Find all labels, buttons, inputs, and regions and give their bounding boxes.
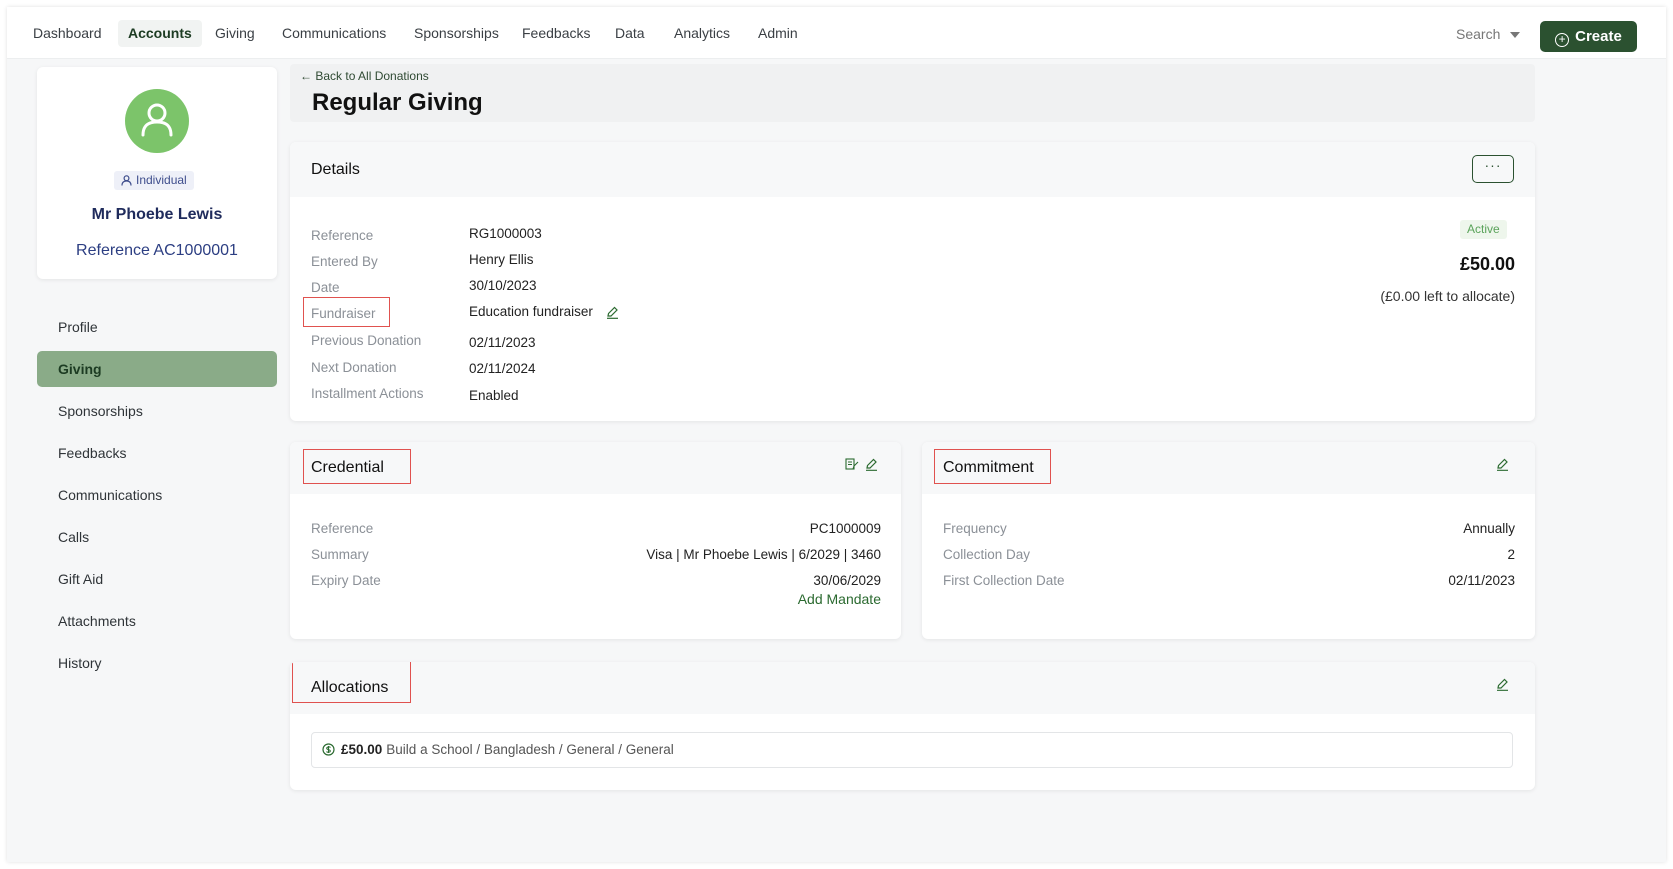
details-header: Details ···: [290, 142, 1535, 197]
commitment-label-first-collection-date: First Collection Date: [943, 573, 1065, 588]
nav-accounts[interactable]: Accounts: [118, 20, 202, 47]
detail-value-reference: RG1000003: [469, 226, 542, 241]
detail-label-next-donation: Next Donation: [311, 360, 397, 375]
account-reference: Reference AC1000001: [76, 242, 238, 259]
sidebar-item-giving[interactable]: Giving: [37, 351, 277, 387]
nav-dashboard[interactable]: Dashboard: [23, 20, 112, 47]
sidebar-item-sponsorships[interactable]: Sponsorships: [37, 393, 277, 429]
create-button-label: Create: [1575, 28, 1622, 45]
sidebar-item-calls[interactable]: Calls: [37, 519, 277, 555]
edit-fundraiser-icon[interactable]: [606, 306, 619, 319]
avatar: [125, 89, 189, 153]
edit-allocations-icon[interactable]: [1496, 678, 1509, 691]
detail-label-previous-donation: Previous Donation: [311, 333, 422, 348]
currency-coin-icon: [322, 743, 335, 756]
detail-value-previous-donation: 02/11/2023: [469, 335, 536, 350]
nav-sponsorships[interactable]: Sponsorships: [404, 20, 509, 47]
detail-value-next-donation: 02/11/2024: [469, 361, 536, 376]
account-type-label: Individual: [136, 173, 187, 187]
credential-label-expiry-date: Expiry Date: [311, 573, 381, 588]
detail-label-reference: Reference: [311, 228, 374, 243]
page-title: Regular Giving: [312, 89, 483, 116]
allocations-highlight: [292, 662, 411, 703]
commitment-label-frequency: Frequency: [943, 521, 1007, 536]
donation-amount: £50.00: [1459, 254, 1515, 274]
nav-communications[interactable]: Communications: [272, 20, 396, 47]
detail-value-installment-actions: Enabled: [469, 388, 519, 403]
credential-label-summary: Summary: [311, 547, 369, 562]
status-badge: Active: [1460, 220, 1507, 239]
search-dropdown[interactable]: Search: [1456, 26, 1521, 42]
back-link-label: Back to All Donations: [315, 69, 429, 83]
sidebar-item-gift-aid[interactable]: Gift Aid: [37, 561, 277, 597]
allocation-row: £50.00 Build a School / Bangladesh / Gene…: [311, 732, 1513, 768]
left-to-allocate: (£0.00 left to allocate): [1380, 288, 1515, 304]
commitment-card: Commitment Frequency Collection Day Firs…: [922, 442, 1535, 639]
commitment-value-frequency: Annually: [1463, 521, 1515, 536]
commitment-value-first-collection-date: 02/11/2023: [1448, 573, 1515, 588]
plus-circle-icon: +: [1555, 33, 1570, 47]
more-actions-button[interactable]: ···: [1472, 155, 1514, 183]
detail-label-date: Date: [311, 280, 340, 295]
credential-value-summary: Visa | Mr Phoebe Lewis | 6/2029 | 3460: [646, 547, 881, 562]
detail-label-installment-actions: Installment Actions: [311, 386, 424, 401]
detail-label-entered-by: Entered By: [311, 254, 378, 269]
sidebar-item-communications[interactable]: Communications: [37, 477, 277, 513]
nav-analytics[interactable]: Analytics: [664, 20, 740, 47]
sidebar-item-profile[interactable]: Profile: [37, 309, 277, 345]
credential-value-expiry-date: 30/06/2029: [813, 573, 881, 588]
sidebar-item-feedbacks[interactable]: Feedbacks: [37, 435, 277, 471]
allocation-path: Build a School / Bangladesh / General / …: [386, 742, 674, 757]
search-label: Search: [1456, 26, 1501, 42]
account-type-badge: Individual: [114, 171, 194, 190]
nav-giving[interactable]: Giving: [205, 20, 265, 47]
commitment-header: Commitment: [922, 442, 1535, 494]
account-name: Mr Phoebe Lewis: [91, 206, 223, 223]
nav-feedbacks[interactable]: Feedbacks: [512, 20, 600, 47]
commitment-value-collection-day: 2: [1507, 547, 1515, 562]
detail-value-entered-by: Henry Ellis: [469, 252, 534, 267]
mandate-document-icon[interactable]: [845, 458, 859, 471]
credential-header: Credential: [290, 442, 901, 494]
arrow-left-icon: ←: [300, 69, 312, 83]
commitment-label-collection-day: Collection Day: [943, 547, 1031, 562]
details-card: Details ··· Reference Entered By Date Fu…: [290, 142, 1535, 421]
create-button[interactable]: + Create: [1540, 21, 1637, 52]
credential-value-reference: PC1000009: [809, 521, 881, 536]
person-icon: [121, 175, 132, 186]
detail-value-fundraiser: Education fundraiser: [469, 304, 593, 319]
edit-credential-icon[interactable]: [865, 458, 878, 471]
allocation-amount: £50.00: [341, 742, 383, 757]
chevron-down-icon: [1510, 32, 1521, 39]
allocations-card: Allocations £50.00 Build a School / Bangl…: [290, 662, 1535, 790]
detail-value-date: 30/10/2023: [469, 278, 537, 293]
user-icon: [141, 103, 173, 137]
nav-admin[interactable]: Admin: [748, 20, 808, 47]
details-title: Details: [311, 161, 360, 178]
page-header: ← Back to All Donations Regular Giving: [290, 64, 1535, 122]
credential-highlight: [303, 449, 411, 484]
credential-card: Credential Reference Summary Expiry Date…: [290, 442, 901, 639]
add-mandate-link[interactable]: Add Mandate: [798, 591, 881, 607]
allocations-header: Allocations: [290, 662, 1535, 714]
credential-label-reference: Reference: [311, 521, 374, 536]
edit-commitment-icon[interactable]: [1496, 458, 1509, 471]
nav-data[interactable]: Data: [605, 20, 655, 47]
commitment-highlight: [934, 449, 1051, 484]
back-link[interactable]: ← Back to All Donations: [300, 69, 429, 83]
top-nav: Dashboard Accounts Giving Communications…: [7, 7, 1666, 59]
sidebar-item-attachments[interactable]: Attachments: [37, 603, 277, 639]
profile-card: Individual Mr Phoebe Lewis Reference AC1…: [37, 67, 277, 279]
fundraiser-highlight: [303, 297, 390, 327]
sidebar-item-history[interactable]: History: [37, 645, 277, 681]
app-window: Dashboard Accounts Giving Communications…: [7, 7, 1666, 862]
